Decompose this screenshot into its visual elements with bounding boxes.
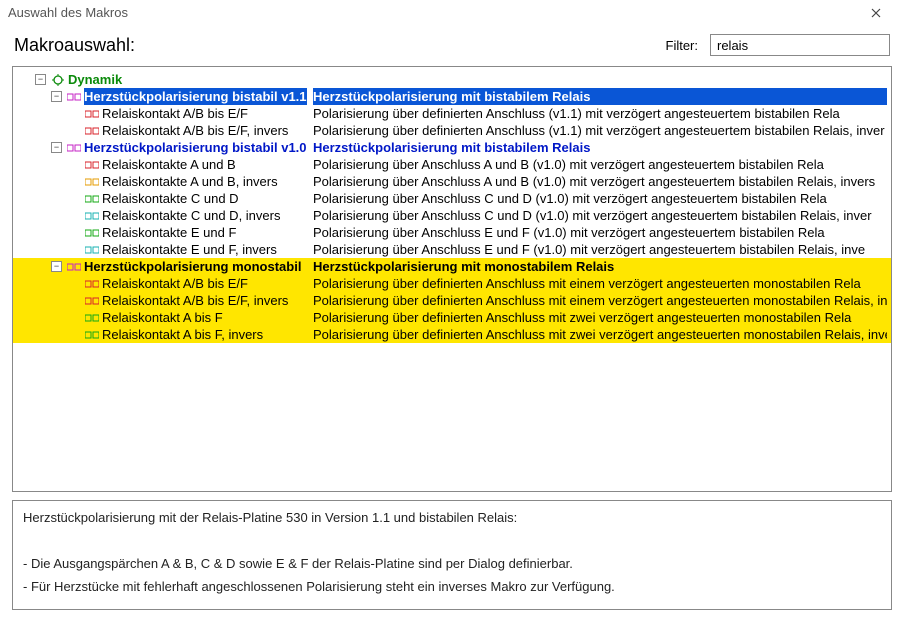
- tree-group-desc: Herzstückpolarisierung mit bistabilem Re…: [313, 139, 887, 156]
- macro-tree[interactable]: − Dynamik − Herzstückpolarisierung bista…: [12, 66, 892, 492]
- tree-item-label: Relaiskontakte E und F: [102, 224, 236, 241]
- tree-item-desc: Polarisierung über Anschluss A und B (v1…: [313, 173, 887, 190]
- macro-icon: [84, 177, 100, 187]
- tree-item-desc: Polarisierung über definierten Anschluss…: [313, 105, 887, 122]
- tree-group-desc: Herzstückpolarisierung mit bistabilem Re…: [313, 88, 887, 105]
- macro-icon: [84, 211, 100, 221]
- tree-item-desc: Polarisierung über Anschluss C und D (v1…: [313, 207, 887, 224]
- tree-item[interactable]: Relaiskontakt A/B bis E/F Polarisierung ü…: [13, 275, 891, 292]
- macro-icon: [84, 313, 100, 323]
- info-line: - Für Herzstücke mit fehlerhaft angeschl…: [23, 578, 881, 597]
- macro-icon: [84, 109, 100, 119]
- tree-group-label: Herzstückpolarisierung bistabil v1.1: [84, 88, 307, 105]
- collapse-icon[interactable]: −: [35, 74, 46, 85]
- tree-group-header[interactable]: − Herzstückpolarisierung bistabil v1.1 H…: [13, 88, 891, 105]
- macro-icon: [84, 296, 100, 306]
- tree-item[interactable]: Relaiskontakte A und B Polarisierung über…: [13, 156, 891, 173]
- tree-item[interactable]: Relaiskontakt A/B bis E/F, invers Polaris…: [13, 292, 891, 309]
- tree-item-desc: Polarisierung über Anschluss A und B (v1…: [313, 156, 887, 173]
- macro-icon: [84, 194, 100, 204]
- collapse-icon[interactable]: −: [51, 91, 62, 102]
- window-title: Auswahl des Makros: [8, 5, 128, 20]
- tree-group-label: Herzstückpolarisierung bistabil v1.0: [84, 139, 307, 156]
- macro-icon: [84, 279, 100, 289]
- filter-input[interactable]: [710, 34, 890, 56]
- tree-item-label: Relaiskontakte C und D: [102, 190, 239, 207]
- tree-item[interactable]: Relaiskontakte E und F, invers Polarisier…: [13, 241, 891, 258]
- tree-item-label: Relaiskontakte A und B: [102, 156, 236, 173]
- page-title: Makroauswahl:: [14, 35, 135, 56]
- tree-group-label: Herzstückpolarisierung monostabil: [84, 258, 301, 275]
- tree-item-desc: Polarisierung über Anschluss E und F (v1…: [313, 241, 887, 258]
- tree-item-label: Relaiskontakte C und D, invers: [102, 207, 280, 224]
- tree-item[interactable]: Relaiskontakt A/B bis E/F Polarisierung ü…: [13, 105, 891, 122]
- tree-item-desc: Polarisierung über definierten Anschluss…: [313, 326, 887, 343]
- header: Makroauswahl: Filter:: [0, 26, 904, 66]
- tree-item-desc: Polarisierung über definierten Anschluss…: [313, 275, 887, 292]
- tree-item-label: Relaiskontakte E und F, invers: [102, 241, 277, 258]
- collapse-icon[interactable]: −: [51, 261, 62, 272]
- tree-item-label: Relaiskontakt A bis F, invers: [102, 326, 263, 343]
- macro-icon: [84, 245, 100, 255]
- node-icon: [50, 74, 66, 86]
- tree-item-desc: Polarisierung über Anschluss C und D (v1…: [313, 190, 887, 207]
- close-icon: [871, 8, 881, 18]
- tree-item-label: Relaiskontakt A bis F: [102, 309, 223, 326]
- description-panel: Herzstückpolarisierung mit der Relais-Pl…: [12, 500, 892, 610]
- tree-item[interactable]: Relaiskontakt A bis F Polarisierung über …: [13, 309, 891, 326]
- tree-item-label: Relaiskontakt A/B bis E/F: [102, 275, 248, 292]
- macro-icon: [84, 160, 100, 170]
- tree-group-desc: Herzstückpolarisierung mit monostabilem …: [313, 258, 887, 275]
- tree-item[interactable]: Relaiskontakte E und F Polarisierung über…: [13, 224, 891, 241]
- close-button[interactable]: [856, 0, 896, 26]
- filter-label: Filter:: [666, 38, 699, 53]
- macro-group-icon: [66, 92, 82, 102]
- tree-item-label: Relaiskontakt A/B bis E/F: [102, 105, 248, 122]
- tree-item[interactable]: Relaiskontakte A und B, invers Polarisier…: [13, 173, 891, 190]
- macro-icon: [84, 330, 100, 340]
- tree-item-desc: Polarisierung über definierten Anschluss…: [313, 292, 887, 309]
- tree-item[interactable]: Relaiskontakt A bis F, invers Polarisieru…: [13, 326, 891, 343]
- macro-icon: [84, 126, 100, 136]
- tree-group-header[interactable]: − Herzstückpolarisierung monostabil Herz…: [13, 258, 891, 275]
- collapse-icon[interactable]: −: [51, 142, 62, 153]
- info-line: - Die Ausgangspärchen A & B, C & D sowie…: [23, 555, 881, 574]
- macro-group-icon: [66, 262, 82, 272]
- tree-root[interactable]: − Dynamik: [13, 71, 891, 88]
- window-titlebar: Auswahl des Makros: [0, 0, 904, 26]
- tree-item-desc: Polarisierung über definierten Anschluss…: [313, 309, 887, 326]
- info-line: Herzstückpolarisierung mit der Relais-Pl…: [23, 509, 881, 528]
- macro-icon: [84, 228, 100, 238]
- tree-item-label: Relaiskontakte A und B, invers: [102, 173, 278, 190]
- tree-item-label: Relaiskontakt A/B bis E/F, invers: [102, 122, 288, 139]
- tree-item-desc: Polarisierung über definierten Anschluss…: [313, 122, 887, 139]
- tree-item[interactable]: Relaiskontakt A/B bis E/F, invers Polaris…: [13, 122, 891, 139]
- tree-group-header[interactable]: − Herzstückpolarisierung bistabil v1.0 H…: [13, 139, 891, 156]
- tree-item-desc: Polarisierung über Anschluss E und F (v1…: [313, 224, 887, 241]
- tree-item[interactable]: Relaiskontakte C und D, invers Polarisier…: [13, 207, 891, 224]
- macro-group-icon: [66, 143, 82, 153]
- tree-item[interactable]: Relaiskontakte C und D Polarisierung über…: [13, 190, 891, 207]
- tree-root-label: Dynamik: [68, 71, 122, 88]
- tree-item-label: Relaiskontakt A/B bis E/F, invers: [102, 292, 288, 309]
